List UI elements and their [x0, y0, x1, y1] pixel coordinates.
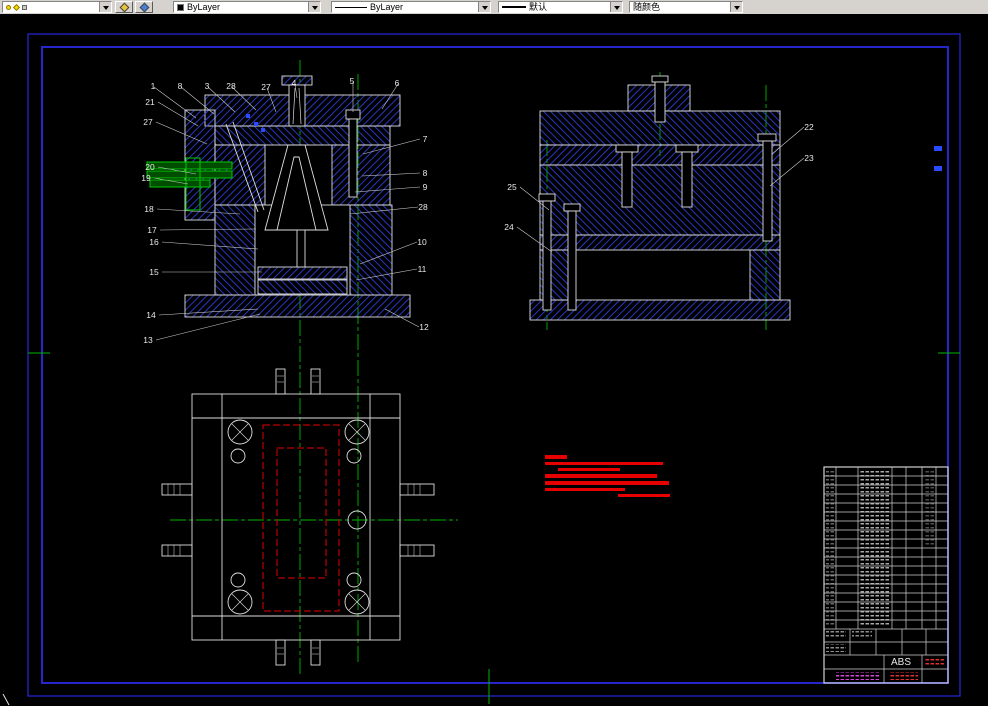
- callout[interactable]: 18: [144, 204, 154, 214]
- layers-icon: [119, 2, 129, 12]
- ucs-icon: [2, 693, 10, 706]
- callout[interactable]: 8: [423, 168, 428, 178]
- callout[interactable]: 12: [419, 322, 429, 332]
- callout[interactable]: 20: [145, 162, 155, 172]
- current-color-swatch: [177, 3, 184, 11]
- plot-style-combo-field[interactable]: 随颜色: [630, 2, 730, 12]
- layer-freeze-icon: [12, 3, 21, 11]
- layer-properties-button[interactable]: [115, 1, 133, 13]
- layer-combo-field[interactable]: [3, 2, 99, 12]
- plot-style-combo-dropdown-arrow[interactable]: [730, 2, 742, 12]
- layer-combo[interactable]: [2, 1, 112, 13]
- callout[interactable]: 9: [423, 182, 428, 192]
- callout[interactable]: 23: [804, 153, 814, 163]
- callout[interactable]: 21: [145, 97, 155, 107]
- callout[interactable]: 15: [149, 267, 159, 277]
- callout[interactable]: 3: [205, 81, 210, 91]
- color-combo-field[interactable]: ByLayer: [174, 2, 308, 12]
- color-combo-dropdown-arrow[interactable]: [308, 2, 320, 12]
- drawing-svg: ABS 1 8 3 28 27 4 5 6 21 27 20 19 18 17 …: [2, 33, 961, 706]
- plot-style-combo[interactable]: 随颜色: [629, 1, 743, 13]
- callout[interactable]: 17: [147, 225, 157, 235]
- callout[interactable]: 4: [292, 78, 297, 88]
- callout[interactable]: 13: [143, 335, 153, 345]
- sheet-frame[interactable]: [27, 33, 961, 704]
- view-plan[interactable]: [161, 368, 435, 666]
- lineweight-combo[interactable]: 默认: [498, 1, 623, 13]
- layer-lock-icon: [22, 4, 27, 10]
- layer-combo-dropdown-arrow[interactable]: [99, 2, 111, 12]
- drawing-canvas[interactable]: ABS 1 8 3 28 27 4 5 6 21 27 20 19 18 17 …: [0, 14, 988, 706]
- linetype-combo-field[interactable]: ByLayer: [332, 2, 478, 12]
- callout[interactable]: 24: [504, 222, 514, 232]
- lineweight-combo-value: 默认: [529, 2, 548, 12]
- callout[interactable]: 16: [149, 237, 159, 247]
- callout[interactable]: 25: [507, 182, 517, 192]
- callout[interactable]: 28: [418, 202, 428, 212]
- color-combo-value: ByLayer: [187, 2, 221, 12]
- plot-style-combo-value: 随颜色: [633, 2, 661, 12]
- title-block[interactable]: [823, 466, 949, 684]
- linetype-combo[interactable]: ByLayer: [331, 1, 491, 13]
- layer-match-icon: [139, 2, 149, 12]
- callout[interactable]: 11: [418, 264, 427, 274]
- runner-hidden-lines[interactable]: [262, 424, 340, 612]
- callout[interactable]: 7: [423, 134, 428, 144]
- callout[interactable]: 19: [141, 173, 151, 183]
- layer-on-icon: [6, 4, 11, 10]
- make-object-layer-current-button[interactable]: [135, 1, 153, 13]
- red-annotation-text[interactable]: [545, 455, 670, 497]
- callout[interactable]: 27: [261, 82, 271, 92]
- callout[interactable]: 1: [151, 81, 156, 91]
- callout[interactable]: 14: [146, 310, 156, 320]
- plan-pins: [275, 368, 321, 666]
- lineweight-combo-field[interactable]: 默认: [499, 2, 610, 12]
- callout[interactable]: 8: [178, 81, 183, 91]
- callout[interactable]: 10: [417, 237, 427, 247]
- callout[interactable]: 27: [143, 117, 153, 127]
- object-properties-toolbar: ByLayer ByLayer 默认 随颜色: [0, 0, 988, 14]
- cad-window: ByLayer ByLayer 默认 随颜色 ABS 1 8 3 28 27 4…: [0, 0, 988, 706]
- view-front-section[interactable]: [184, 75, 411, 318]
- callout[interactable]: 28: [226, 81, 236, 91]
- lineweight-sample-icon: [502, 6, 526, 8]
- linetype-sample-icon: [335, 6, 367, 8]
- callout[interactable]: 22: [804, 122, 814, 132]
- guide-circles: [227, 419, 370, 615]
- linetype-combo-value: ByLayer: [370, 2, 404, 12]
- view-side-section[interactable]: [529, 75, 791, 321]
- material-label[interactable]: ABS: [891, 657, 911, 668]
- color-combo[interactable]: ByLayer: [173, 1, 321, 13]
- lineweight-combo-dropdown-arrow[interactable]: [610, 2, 622, 12]
- linetype-combo-dropdown-arrow[interactable]: [478, 2, 490, 12]
- callout[interactable]: 5: [350, 76, 355, 86]
- callout[interactable]: 6: [395, 78, 400, 88]
